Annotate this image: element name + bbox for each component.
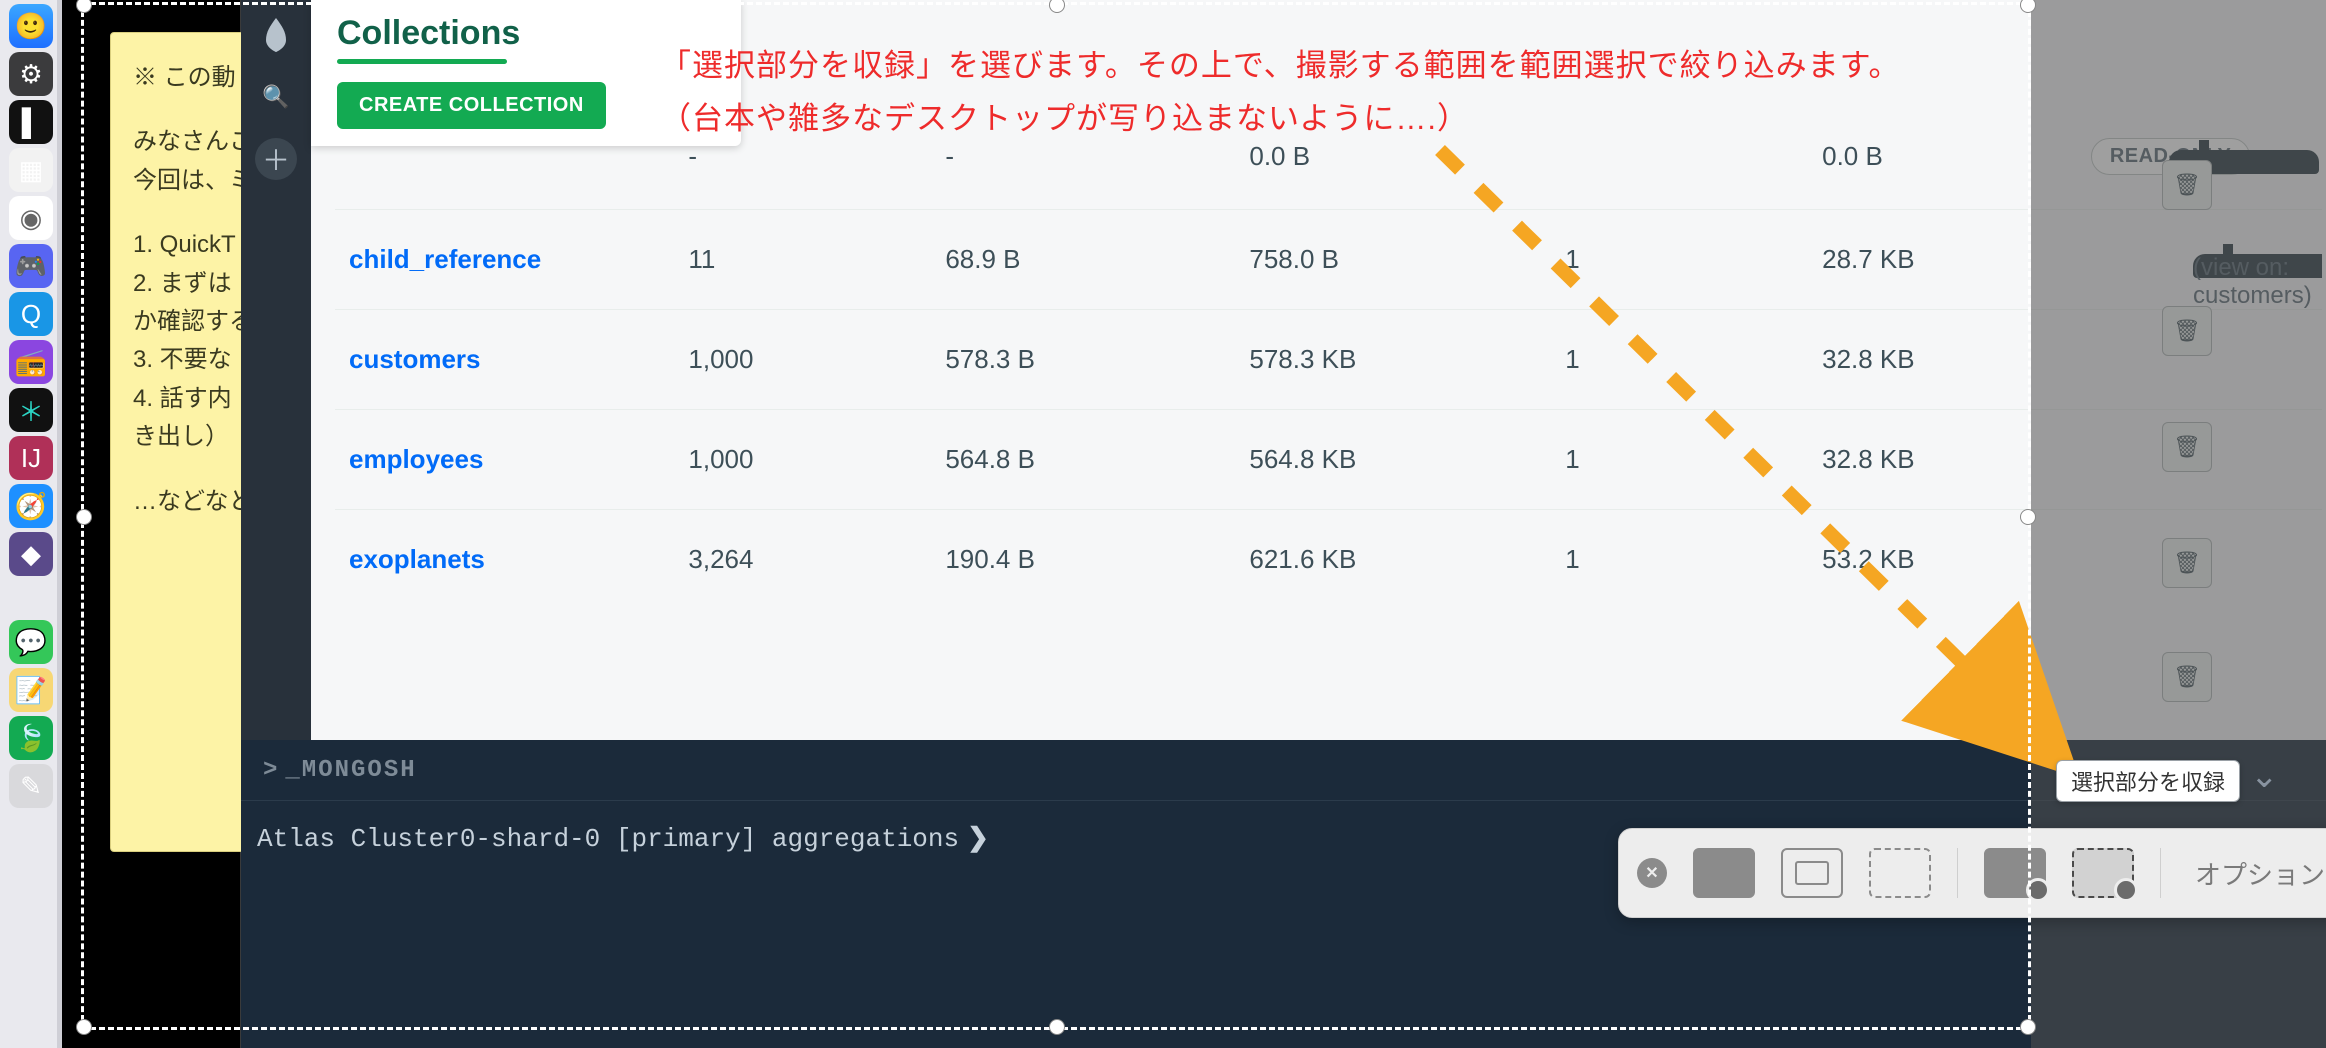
capture-selection-button[interactable] [1869, 848, 1931, 898]
snowflake-icon[interactable]: ＊ [9, 388, 53, 432]
table-row: customers 1,000578.3 B578.3 KB132.8 KB [335, 310, 2322, 410]
search-icon[interactable]: 🔍 [255, 76, 297, 118]
collection-name-cell: employees [335, 410, 674, 510]
collection-name-cell: (view on: customers) [335, 104, 674, 210]
obsidian-icon[interactable]: ◆ [9, 532, 53, 576]
compass-sidebar: 🔍 ＋ [241, 0, 311, 754]
annotation-text: 「選択部分を収録」を選びます。その上で、撮影する範囲を範囲選択で絞り込みます。 … [660, 40, 1901, 145]
finder-icon[interactable]: 🙂 [9, 4, 53, 48]
table-cell: 1,000 [674, 410, 931, 510]
notes-icon[interactable]: ✎ [9, 764, 53, 808]
close-icon[interactable]: ✕ [1637, 858, 1667, 888]
settings-icon[interactable]: ⚙︎ [9, 52, 53, 96]
table-row: exoplanets 3,264190.4 B621.6 KB153.2 KB [335, 510, 2322, 610]
resize-handle[interactable] [76, 0, 92, 13]
delete-collection-button[interactable]: 🗑 [2162, 160, 2212, 210]
chevron-down-icon[interactable]: ⌄ [2250, 756, 2279, 796]
table-cell: 28.7 KB [1808, 210, 2077, 310]
collection-subtext: (view on: customers) [2193, 254, 2322, 278]
table-cell: 1 [1551, 510, 1808, 610]
mongosh-header[interactable]: >_MONGOSH [241, 740, 2326, 801]
collections-table: (view on: customers)--0.0 B0.0 BREAD-ONL… [335, 104, 2322, 740]
table-cell: 53.2 KB [1808, 510, 2077, 610]
table-row: child_reference 1168.9 B758.0 B128.7 KB [335, 210, 2322, 310]
mongosh-caret: ❯ [967, 824, 989, 854]
mongosh-prompt: Atlas Cluster0-shard-0 [primary] aggrega… [257, 824, 959, 854]
table-cell: 190.4 B [931, 510, 1235, 610]
chrome-icon[interactable]: ◉ [9, 196, 53, 240]
stickies-icon[interactable]: 📝 [9, 668, 53, 712]
delete-collection-button[interactable]: 🗑 [2162, 538, 2212, 588]
table-cell: 32.8 KB [1808, 410, 2077, 510]
table-cell: 68.9 B [931, 210, 1235, 310]
record-entire-screen-button[interactable] [1984, 848, 2046, 898]
discord-icon[interactable]: 🎮 [9, 244, 53, 288]
table-cell: 1 [1551, 410, 1808, 510]
annotation-line: 「選択部分を収録」を選びます。その上で、撮影する範囲を範囲選択で絞り込みます。 [660, 40, 1901, 93]
resize-handle[interactable] [76, 1019, 92, 1035]
collection-link[interactable]: exoplanets [349, 544, 485, 574]
collection-name-cell: customers [335, 310, 674, 410]
resize-handle[interactable] [1049, 1019, 1065, 1035]
table-cell: 578.3 B [931, 310, 1235, 410]
table-cell: 1,000 [674, 310, 931, 410]
collection-name-cell: child_reference [335, 210, 674, 310]
table-row: employees 1,000564.8 B564.8 KB132.8 KB [335, 410, 2322, 510]
record-selection-button[interactable] [2072, 848, 2134, 898]
capture-entire-screen-button[interactable] [1693, 848, 1755, 898]
mongodb-icon[interactable]: 🍃 [9, 716, 53, 760]
collection-link[interactable]: customers [349, 344, 481, 374]
terminal-icon[interactable]: ▌ [9, 100, 53, 144]
compass-logo-icon[interactable] [255, 14, 297, 56]
collection-link[interactable]: employees [349, 444, 483, 474]
resize-handle[interactable] [76, 509, 92, 525]
table-cell: 621.6 KB [1235, 510, 1551, 610]
page-title: Collections [337, 14, 715, 64]
podcasts-icon[interactable]: 📻 [9, 340, 53, 384]
table-cell: 1 [1551, 210, 1808, 310]
intellij-icon[interactable]: IJ [9, 436, 53, 480]
delete-collection-button[interactable]: 🗑 [2162, 422, 2212, 472]
resize-handle[interactable] [2020, 1019, 2036, 1035]
messages-icon[interactable]: 💬 [9, 620, 53, 664]
resize-handle[interactable] [2020, 509, 2036, 525]
delete-collection-button[interactable]: 🗑 [2162, 652, 2212, 702]
safari-icon[interactable]: 🧭 [9, 484, 53, 528]
table-cell: 32.8 KB [1808, 310, 2077, 410]
add-connection-button[interactable]: ＋ [255, 138, 297, 180]
table-cell: 758.0 B [1235, 210, 1551, 310]
delete-collection-button[interactable]: 🗑 [2162, 306, 2212, 356]
launchpad-icon[interactable]: ▦ [9, 148, 53, 192]
annotation-line: （台本や雑多なデスクトップが写り込まないように….） [660, 93, 1901, 146]
table-cell: 11 [674, 210, 931, 310]
capture-window-button[interactable] [1781, 848, 1843, 898]
quicktime-icon[interactable]: Q [9, 292, 53, 336]
screenshot-toolbar: ✕ オプション [1618, 828, 2326, 918]
mongosh-title: _MONGOSH [285, 757, 416, 784]
macos-dock: 🙂 ⚙︎ ▌ ▦ ◉ 🎮 Q 📻 ＊ IJ 🧭 ◆ 💬 📝 🍃 ✎ [0, 0, 62, 1048]
collection-link[interactable]: child_reference [349, 244, 541, 274]
tooltip-record-selection: 選択部分を収録 [2056, 760, 2240, 802]
table-cell: 564.8 B [931, 410, 1235, 510]
options-label[interactable]: オプション [2195, 855, 2325, 892]
table-cell: 578.3 KB [1235, 310, 1551, 410]
table-cell: 1 [1551, 310, 1808, 410]
collection-name-cell: exoplanets [335, 510, 674, 610]
table-cell: 3,264 [674, 510, 931, 610]
table-cell: 564.8 KB [1235, 410, 1551, 510]
